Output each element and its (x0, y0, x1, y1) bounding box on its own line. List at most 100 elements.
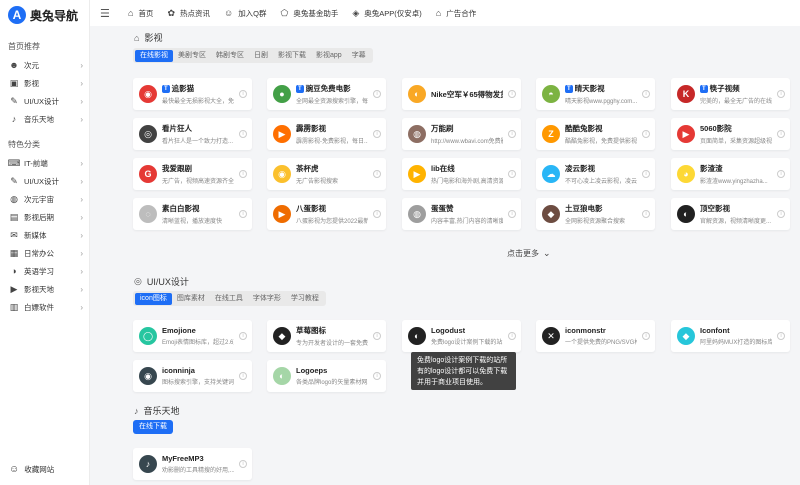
site-card[interactable]: Z 酷酷兔影视酷酷兔影视，免费提供影视大全... i (536, 118, 655, 150)
site-card[interactable]: ◐ Nike空军￥65得物发货 i (402, 78, 521, 110)
tab-4[interactable]: 影视下载 (273, 50, 311, 62)
site-card[interactable]: ▶ 八蛋影视 八蛋影视为您提供2022最新... i (267, 198, 386, 230)
info-icon[interactable]: i (642, 90, 650, 98)
info-icon[interactable]: i (239, 210, 247, 218)
site-logo-icon: Z (542, 125, 560, 143)
tab-2[interactable]: 在线工具 (210, 293, 248, 305)
site-card[interactable]: ◉ iconninja 图标搜索引擎，支持关键词... i (133, 360, 252, 392)
sidebar-item-sidebar.items2-7[interactable]: ▶ 影视天地 › (0, 280, 89, 298)
info-icon[interactable]: i (373, 372, 381, 380)
info-icon[interactable]: i (508, 90, 516, 98)
info-icon[interactable]: i (642, 130, 650, 138)
info-icon[interactable]: i (239, 460, 247, 468)
info-icon[interactable]: i (777, 130, 785, 138)
site-card[interactable]: ◍ 万能刷 http://www.wbavi.com免费影视网站 i (402, 118, 521, 150)
info-icon[interactable]: i (373, 130, 381, 138)
info-icon[interactable]: i (373, 90, 381, 98)
site-card[interactable]: ◆ 草莓图标 专为开发者设计的一套免费... i (267, 320, 386, 352)
info-icon[interactable]: i (373, 210, 381, 218)
info-icon[interactable]: i (239, 90, 247, 98)
site-info: T 豌豆免费电影 全网最全资源搜索引擎，每... (296, 83, 368, 105)
info-icon[interactable]: i (239, 170, 247, 178)
info-icon[interactable]: i (777, 90, 785, 98)
tab-music-download[interactable]: 在线下载 (133, 420, 173, 434)
sidebar-item-sidebar.items1-0[interactable]: ☻ 次元 › (0, 56, 89, 74)
info-icon[interactable]: i (642, 170, 650, 178)
tab-1[interactable]: 图库素材 (172, 293, 210, 305)
info-icon[interactable]: i (508, 170, 516, 178)
tab-0[interactable]: 在线影视 (135, 49, 173, 62)
site-card[interactable]: ☁ 凌云影视 不可心凌上凌云影视，凌云... i (536, 158, 655, 190)
site-card[interactable]: ◆ 土豆狼电影 全网影视资源聚合搜索 i (536, 198, 655, 230)
nav-item-1[interactable]: ✿ 热点资讯 (167, 8, 210, 19)
sidebar-item-sidebar.items2-5[interactable]: ▦ 日常办公 › (0, 244, 89, 262)
info-icon[interactable]: i (373, 170, 381, 178)
site-card[interactable]: G 我爱跟剧 无广告，视频高速资源齐全 i (133, 158, 252, 190)
tab-0[interactable]: icon图标 (135, 292, 172, 305)
nav-item-0[interactable]: ⌂ 首页 (128, 8, 153, 19)
info-icon[interactable]: i (373, 332, 381, 340)
nav-item-3[interactable]: ⬠ 奥兔基金助手 (281, 8, 339, 19)
nav-item-5[interactable]: ⌂ 广告合作 (436, 8, 476, 19)
site-logo-icon: ◐ (408, 85, 426, 103)
favorite-site-button[interactable]: ☺ 收藏网站 (9, 464, 54, 475)
sidebar-item-label: 影视天地 (24, 284, 54, 294)
tab-3[interactable]: 日剧 (249, 50, 273, 62)
info-icon[interactable]: i (508, 210, 516, 218)
sidebar-item-sidebar.items1-3[interactable]: ♪ 音乐天地 › (0, 110, 89, 128)
sidebar-item-sidebar.items2-1[interactable]: ✎ UI/UX设计 › (0, 172, 89, 190)
tab-4[interactable]: 学习教程 (286, 293, 324, 305)
tab-1[interactable]: 美剧专区 (173, 50, 211, 62)
tab-3[interactable]: 字体字形 (248, 293, 286, 305)
sidebar-item-sidebar.items1-2[interactable]: ✎ UI/UX设计 › (0, 92, 89, 110)
site-card[interactable]: ♪ MyFreeMP3 劝影删的工具精搜的好用,... i (133, 448, 252, 480)
site-card[interactable]: ◌ 素白白影视 清晰蓝视，播放速度快 i (133, 198, 252, 230)
site-card[interactable]: ◐ 顶空影视 官解资源，视频清晰度更... i (671, 198, 790, 230)
site-card[interactable]: ◓ T 晴天影视 晴天影视www.pgghy.com... i (536, 78, 655, 110)
site-card[interactable]: ◎ 看片狂人 看片狂人是一个致力打造... i (133, 118, 252, 150)
info-icon[interactable]: i (777, 332, 785, 340)
nav-item-4[interactable]: ◈ 奥兔APP(仅安卓) (352, 8, 421, 19)
load-more-button[interactable]: 点击更多 ⌄ (507, 248, 551, 259)
tab-2[interactable]: 韩剧专区 (211, 50, 249, 62)
site-card[interactable]: ◍ 蛋蛋赞 内容丰富,热门内容的清晰度... i (402, 198, 521, 230)
info-icon[interactable]: i (642, 210, 650, 218)
site-card[interactable]: ◆ Iconfont 阿里妈妈MUX打造的图标库... i (671, 320, 790, 352)
menu-toggle-icon[interactable]: ☰ (100, 7, 112, 20)
info-icon[interactable]: i (239, 130, 247, 138)
site-card[interactable]: ▶ 霹雳影视 霹雳影视-免费影视，每日... i (267, 118, 386, 150)
sidebar-item-sidebar.items2-6[interactable]: ◑ 英语学习 › (0, 262, 89, 280)
site-info: 影渣渣 影渣渣www.yingzhazha... (700, 163, 772, 185)
site-card[interactable]: ✕ iconmonstr 一个提供免费的PNG/SVG格式... i (536, 320, 655, 352)
info-icon[interactable]: i (508, 130, 516, 138)
info-icon[interactable]: i (777, 170, 785, 178)
sidebar-item-sidebar.items2-8[interactable]: ▥ 白嫖软件 › (0, 298, 89, 316)
site-card[interactable]: ▶ lib在线 热门电影和海外剧,高清资源... i (402, 158, 521, 190)
sidebar-item-sidebar.items2-4[interactable]: ✉ 新媒体 › (0, 226, 89, 244)
site-card[interactable]: KT筷子视频完美的，最全无广告的在线电影...i (671, 78, 790, 110)
site-card[interactable]: ● T 豌豆免费电影 全网最全资源搜索引擎，每... i (267, 78, 386, 110)
info-icon[interactable]: i (508, 332, 516, 340)
site-card[interactable]: ◐ Logoeps 各类品牌logo的矢量素材网... i (267, 360, 386, 392)
site-logo[interactable]: A 奥兔导航 (0, 0, 89, 30)
tab-5[interactable]: 影视app (311, 50, 347, 62)
site-card[interactable]: ▶ 5060影院 页面简单，采集资源超级视... i (671, 118, 790, 150)
info-icon[interactable]: i (642, 332, 650, 340)
site-card[interactable]: ◐ Logodust 免费logo设计案例下载的站... i (402, 320, 521, 352)
sidebar-item-sidebar.items2-3[interactable]: ▤ 影视后期 › (0, 208, 89, 226)
info-icon[interactable]: i (777, 210, 785, 218)
site-desc: 无广告，视频高速资源齐全 (162, 179, 234, 185)
chevron-right-icon: › (80, 266, 83, 276)
sidebar-item-sidebar.items2-2[interactable]: ◍ 次元宇宙 › (0, 190, 89, 208)
info-icon[interactable]: i (239, 332, 247, 340)
sidebar-item-sidebar.items1-1[interactable]: ▣ 影视 › (0, 74, 89, 92)
site-card[interactable]: ◯ Emojione Emoji表情图标库，超过2.6万... i (133, 320, 252, 352)
sidebar-item-sidebar.items2-0[interactable]: ⌨ IT-前端 › (0, 154, 89, 172)
site-card[interactable]: ◉ T 追影猫 最快最全无损影视大全，免... i (133, 78, 252, 110)
site-card[interactable]: ◕ 影渣渣 影渣渣www.yingzhazha... i (671, 158, 790, 190)
site-card[interactable]: ◉ 茶杯虎 无广告影视搜索 i (267, 158, 386, 190)
site-desc: 图标搜索引擎，支持关键词... (162, 380, 234, 386)
nav-item-2[interactable]: ☺ 加入Q群 (224, 8, 267, 19)
info-icon[interactable]: i (239, 372, 247, 380)
tab-6[interactable]: 字幕 (347, 50, 371, 62)
